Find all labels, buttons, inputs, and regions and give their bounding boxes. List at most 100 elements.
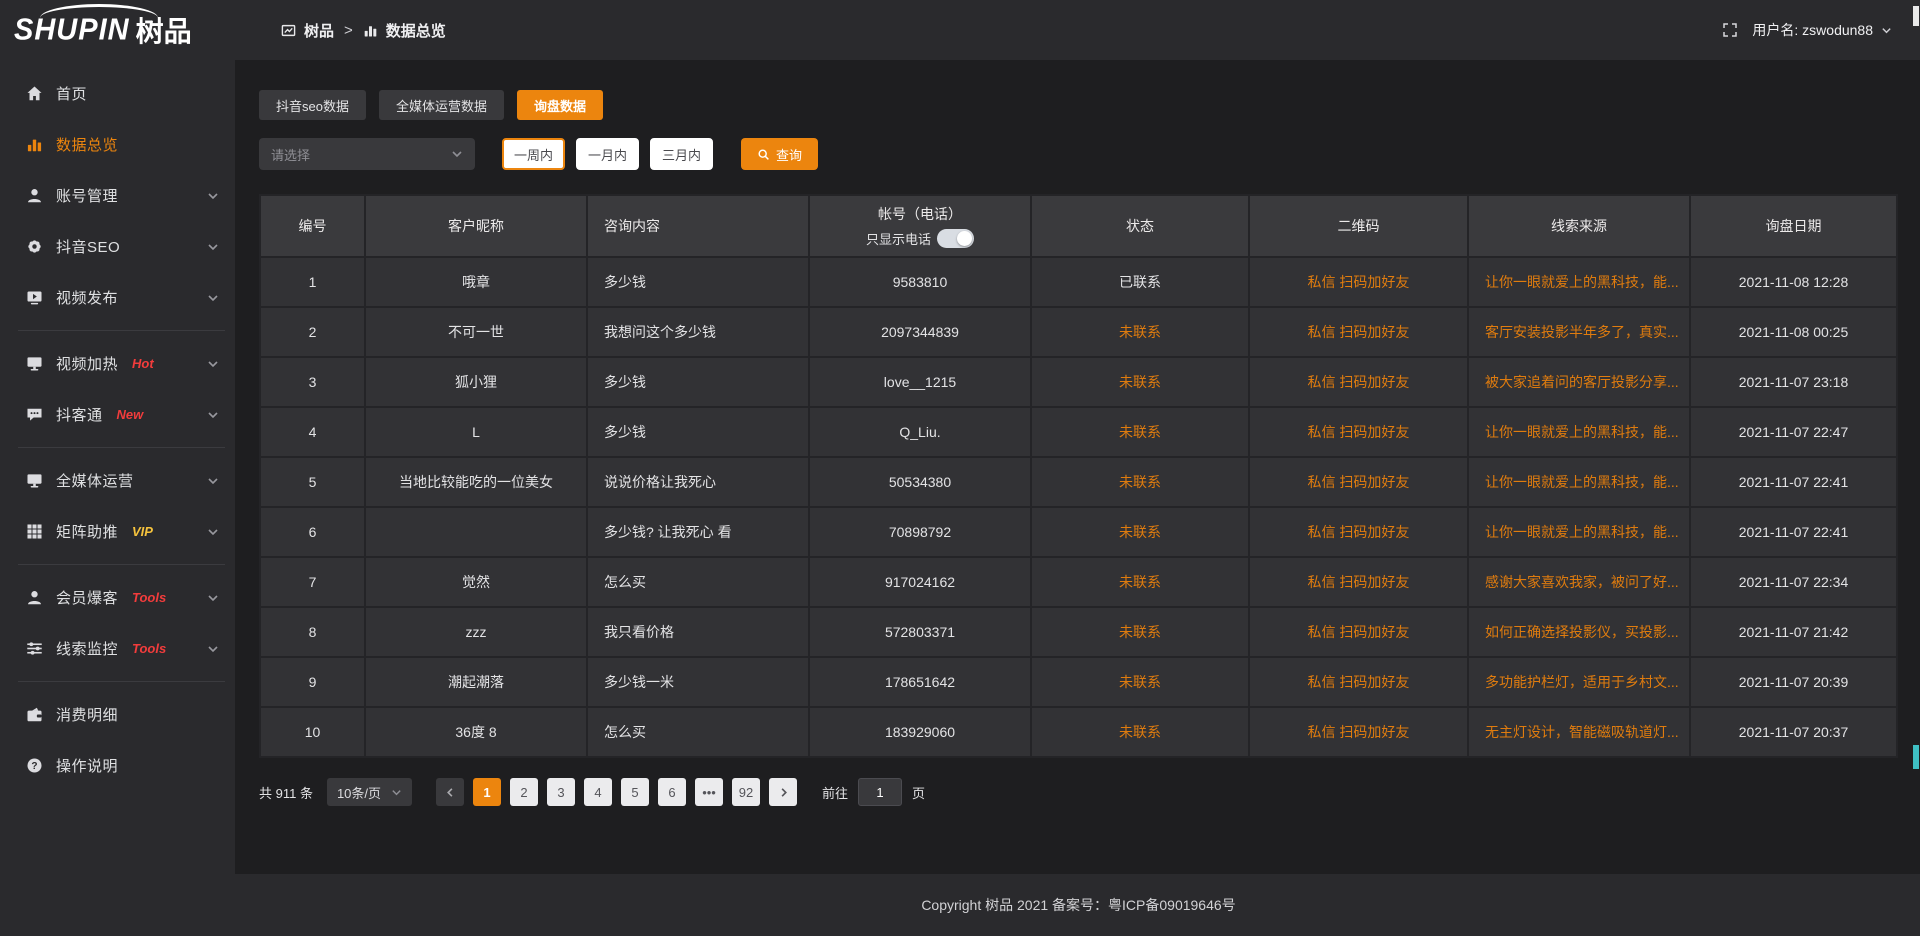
sidebar-item-home[interactable]: 首页 [0, 68, 235, 119]
chevron-down-icon [207, 409, 219, 421]
page-ellipsis-button[interactable]: ••• [695, 778, 723, 806]
filter-bar: 请选择 一周内一月内三月内 查询 [259, 138, 1898, 170]
app-mini-icon [281, 23, 296, 38]
sidebar-divider [18, 681, 225, 682]
sidebar-item-badge: Tools [132, 590, 166, 605]
phone-only-toggle[interactable] [937, 229, 974, 248]
sidebar-item-label: 消费明细 [56, 704, 118, 725]
tab-douyin-seo-data[interactable]: 抖音seo数据 [259, 90, 366, 120]
copyright-text: Copyright 树品 2021 备案号：粤ICP备09019646号 [921, 895, 1235, 915]
sidebar-divider [18, 330, 225, 331]
qr-link-cell[interactable]: 私信 扫码加好友 [1249, 307, 1468, 357]
sidebar-item-badge: Tools [132, 641, 166, 656]
breadcrumb-item-root[interactable]: 树品 [304, 20, 334, 41]
qr-link-cell[interactable]: 私信 扫码加好友 [1249, 557, 1468, 607]
chevron-down-icon [207, 526, 219, 538]
date-cell: 2021-11-07 20:39 [1690, 657, 1897, 707]
sidebar-item-account-manage[interactable]: 账号管理 [0, 170, 235, 221]
arrow-right-icon [778, 787, 789, 798]
date-cell: 2021-11-07 23:18 [1690, 357, 1897, 407]
range-button-one-month[interactable]: 一月内 [576, 138, 639, 170]
qr-link-cell[interactable]: 私信 扫码加好友 [1249, 457, 1468, 507]
source-link-cell[interactable]: 让你一眼就爱上的黑科技，能... [1468, 457, 1690, 507]
sidebar-item-expense-detail[interactable]: 消费明细 [0, 689, 235, 740]
screen-icon [26, 472, 43, 489]
date-cell: 2021-11-07 22:47 [1690, 407, 1897, 457]
breadcrumb: 树品 > 数据总览 [281, 20, 446, 41]
prev-page-button[interactable] [436, 778, 464, 806]
page-size-chevron-icon [391, 787, 402, 798]
page-button-1[interactable]: 1 [473, 778, 501, 806]
page-button-3[interactable]: 3 [547, 778, 575, 806]
nickname-cell [365, 507, 587, 557]
filter-select[interactable]: 请选择 [259, 138, 475, 170]
date-cell: 2021-11-08 12:28 [1690, 257, 1897, 307]
status-cell: 未联系 [1031, 557, 1249, 607]
qr-link-cell[interactable]: 私信 扫码加好友 [1249, 657, 1468, 707]
page-button-5[interactable]: 5 [621, 778, 649, 806]
sidebar-item-badge: VIP [132, 524, 153, 539]
status-cell: 未联系 [1031, 457, 1249, 507]
username-label[interactable]: 用户名: zswodun88 [1752, 20, 1873, 40]
next-page-button[interactable] [769, 778, 797, 806]
account-cell: 183929060 [809, 707, 1031, 757]
source-link-cell[interactable]: 让你一眼就爱上的黑科技，能... [1468, 257, 1690, 307]
qr-link-cell[interactable]: 私信 扫码加好友 [1249, 507, 1468, 557]
source-link-cell[interactable]: 被大家追着问的客厅投影分享... [1468, 357, 1690, 407]
sidebar-item-help[interactable]: ?操作说明 [0, 740, 235, 791]
page-button-4[interactable]: 4 [584, 778, 612, 806]
sidebar-item-lead-monitor[interactable]: 线索监控Tools [0, 623, 235, 674]
table-row: 5当地比较能吃的一位美女说说价格让我死心50534380未联系私信 扫码加好友让… [260, 457, 1897, 507]
date-cell: 2021-11-07 22:34 [1690, 557, 1897, 607]
scrollbar-thumb-secondary[interactable] [1913, 745, 1919, 769]
source-link-cell[interactable]: 无主灯设计，智能磁吸轨道灯... [1468, 707, 1690, 757]
page-size-select[interactable]: 10条/页 [327, 778, 412, 806]
date-cell: 2021-11-07 22:41 [1690, 457, 1897, 507]
goto-page-input[interactable] [858, 778, 902, 806]
sidebar-item-matrix-boost[interactable]: 矩阵助推VIP [0, 506, 235, 557]
sidebar-item-video-heat[interactable]: 视频加热Hot [0, 338, 235, 389]
tab-inquiry-data[interactable]: 询盘数据 [517, 90, 603, 120]
qr-link-cell[interactable]: 私信 扫码加好友 [1249, 607, 1468, 657]
sidebar-item-omni-media[interactable]: 全媒体运营 [0, 455, 235, 506]
row-id: 7 [260, 557, 365, 607]
page-button-2[interactable]: 2 [510, 778, 538, 806]
source-link-cell[interactable]: 多功能护栏灯，适用于乡村文... [1468, 657, 1690, 707]
page-button-92[interactable]: 92 [732, 778, 760, 806]
sidebar-item-label: 首页 [56, 83, 87, 104]
chevron-down-icon [207, 475, 219, 487]
qr-link-cell[interactable]: 私信 扫码加好友 [1249, 707, 1468, 757]
range-button-one-week[interactable]: 一周内 [502, 138, 565, 170]
sidebar-item-douyin-seo[interactable]: 抖音SEO [0, 221, 235, 272]
sidebar-item-video-publish[interactable]: 视频发布 [0, 272, 235, 323]
source-link-cell[interactable]: 感谢大家喜欢我家，被问了好... [1468, 557, 1690, 607]
user-menu-chevron-icon[interactable] [1881, 25, 1892, 36]
content-cell: 我想问这个多少钱 [587, 307, 809, 357]
source-link-cell[interactable]: 让你一眼就爱上的黑科技，能... [1468, 407, 1690, 457]
sidebar-divider [18, 564, 225, 565]
source-link-cell[interactable]: 如何正确选择投影仪，买投影... [1468, 607, 1690, 657]
sidebar-item-data-overview[interactable]: 数据总览 [0, 119, 235, 170]
page-button-6[interactable]: 6 [658, 778, 686, 806]
status-cell: 未联系 [1031, 357, 1249, 407]
nickname-cell: 哦章 [365, 257, 587, 307]
home-icon [26, 85, 43, 102]
qr-link-cell[interactable]: 私信 扫码加好友 [1249, 357, 1468, 407]
range-button-three-month[interactable]: 三月内 [650, 138, 713, 170]
phone-toggle-label: 只显示电话 [866, 229, 931, 248]
fullscreen-icon[interactable] [1722, 22, 1738, 38]
tab-omni-media-data[interactable]: 全媒体运营数据 [379, 90, 504, 120]
sidebar-item-member-baoke[interactable]: 会员爆客Tools [0, 572, 235, 623]
scrollbar-thumb[interactable] [1913, 6, 1919, 26]
goto-label: 前往 [822, 783, 848, 802]
qr-link-cell[interactable]: 私信 扫码加好友 [1249, 257, 1468, 307]
sidebar-item-douketong[interactable]: 抖客通New [0, 389, 235, 440]
table-row: 9潮起潮落多少钱一米178651642未联系私信 扫码加好友多功能护栏灯，适用于… [260, 657, 1897, 707]
search-button[interactable]: 查询 [741, 138, 818, 170]
source-link-cell[interactable]: 客厅安装投影半年多了，真实... [1468, 307, 1690, 357]
qr-link-cell[interactable]: 私信 扫码加好友 [1249, 407, 1468, 457]
app-logo[interactable]: SHUPIN 树品 [0, 0, 235, 60]
source-link-cell[interactable]: 让你一眼就爱上的黑科技，能... [1468, 507, 1690, 557]
sidebar-item-label: 账号管理 [56, 185, 118, 206]
svg-text:?: ? [31, 761, 37, 772]
